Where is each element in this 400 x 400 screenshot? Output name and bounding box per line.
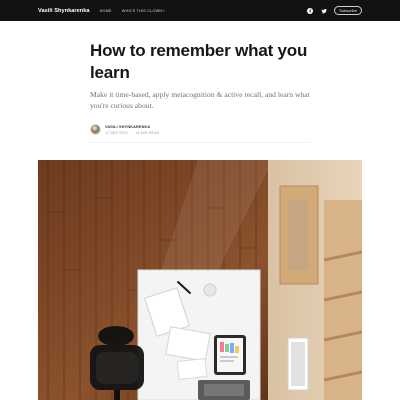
- facebook-icon[interactable]: [306, 7, 313, 14]
- author-name-link[interactable]: VASILI SHYNKARENKA: [105, 125, 159, 129]
- twitter-icon[interactable]: [320, 7, 327, 14]
- article-header: How to remember what you learn Make it t…: [90, 40, 320, 143]
- site-brand-link[interactable]: Vasili Shynkarenka: [38, 8, 90, 14]
- header-divider: [90, 142, 310, 143]
- meta-separator: ·: [130, 130, 133, 135]
- reading-time: 14 MIN READ: [135, 130, 160, 135]
- article-subtitle: Make it time-based, apply metacognition …: [90, 90, 310, 110]
- author-row: VASILI SHYNKARENKA 12 SEP 2022 · 14 MIN …: [90, 124, 320, 135]
- publish-date: 12 SEP 2022: [105, 130, 128, 135]
- header-actions: Subscribe: [306, 6, 362, 15]
- primary-nav: HOME WHO'S THIS CLOWN?: [100, 9, 165, 13]
- nav-home-link[interactable]: HOME: [100, 9, 112, 13]
- nav-about-link[interactable]: WHO'S THIS CLOWN?: [122, 9, 165, 13]
- article-title: How to remember what you learn: [90, 41, 308, 82]
- author-avatar[interactable]: [90, 124, 101, 135]
- feature-illustration: [38, 160, 362, 400]
- article-meta: 12 SEP 2022 · 14 MIN READ: [105, 131, 159, 135]
- feature-image: [38, 160, 362, 400]
- top-navigation-bar: Vasili Shynkarenka HOME WHO'S THIS CLOWN…: [0, 0, 400, 21]
- author-meta: VASILI SHYNKARENKA 12 SEP 2022 · 14 MIN …: [105, 125, 159, 135]
- subscribe-button[interactable]: Subscribe: [334, 6, 362, 15]
